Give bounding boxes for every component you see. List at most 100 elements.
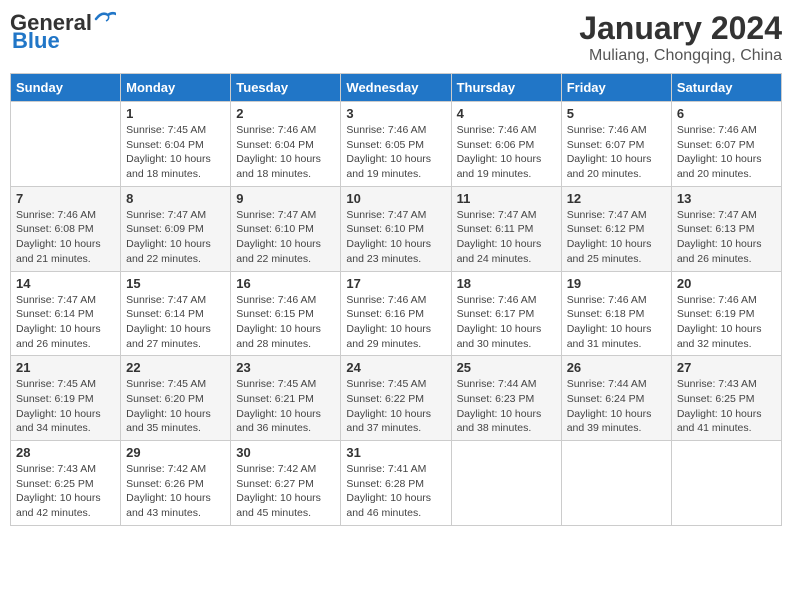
calendar-day-cell: 27 Sunrise: 7:43 AM Sunset: 6:25 PM Dayli… bbox=[671, 356, 781, 441]
day-number: 6 bbox=[677, 106, 776, 121]
day-number: 17 bbox=[346, 276, 445, 291]
logo-bird-icon bbox=[94, 11, 116, 27]
calendar-day-cell: 30 Sunrise: 7:42 AM Sunset: 6:27 PM Dayli… bbox=[231, 441, 341, 526]
day-info: Sunrise: 7:46 AM Sunset: 6:05 PM Dayligh… bbox=[346, 123, 445, 182]
day-info: Sunrise: 7:46 AM Sunset: 6:07 PM Dayligh… bbox=[677, 123, 776, 182]
day-number: 30 bbox=[236, 445, 335, 460]
calendar-day-cell: 14 Sunrise: 7:47 AM Sunset: 6:14 PM Dayli… bbox=[11, 271, 121, 356]
day-info: Sunrise: 7:41 AM Sunset: 6:28 PM Dayligh… bbox=[346, 462, 445, 521]
day-number: 8 bbox=[126, 191, 225, 206]
day-number: 1 bbox=[126, 106, 225, 121]
calendar-day-cell: 24Sunrise: 7:45 AM Sunset: 6:22 PM Dayli… bbox=[341, 356, 451, 441]
calendar-week-row: 7 Sunrise: 7:46 AM Sunset: 6:08 PM Daylig… bbox=[11, 186, 782, 271]
calendar-week-row: 14 Sunrise: 7:47 AM Sunset: 6:14 PM Dayli… bbox=[11, 271, 782, 356]
day-info: Sunrise: 7:42 AM Sunset: 6:26 PM Dayligh… bbox=[126, 462, 225, 521]
day-number: 5 bbox=[567, 106, 666, 121]
day-info: Sunrise: 7:45 AM Sunset: 6:21 PM Dayligh… bbox=[236, 377, 335, 436]
day-info: Sunrise: 7:45 AM Sunset: 6:19 PM Dayligh… bbox=[16, 377, 115, 436]
calendar-day-cell: 20 Sunrise: 7:46 AM Sunset: 6:19 PM Dayli… bbox=[671, 271, 781, 356]
day-info: Sunrise: 7:43 AM Sunset: 6:25 PM Dayligh… bbox=[16, 462, 115, 521]
day-info: Sunrise: 7:47 AM Sunset: 6:10 PM Dayligh… bbox=[236, 208, 335, 267]
weekday-header: Wednesday bbox=[341, 74, 451, 102]
calendar-day-cell: 5 Sunrise: 7:46 AM Sunset: 6:07 PM Daylig… bbox=[561, 102, 671, 187]
calendar-day-cell: 3 Sunrise: 7:46 AM Sunset: 6:05 PM Daylig… bbox=[341, 102, 451, 187]
day-number: 15 bbox=[126, 276, 225, 291]
day-number: 19 bbox=[567, 276, 666, 291]
calendar-day-cell bbox=[11, 102, 121, 187]
weekday-header: Friday bbox=[561, 74, 671, 102]
calendar-day-cell bbox=[671, 441, 781, 526]
calendar-day-cell: 23 Sunrise: 7:45 AM Sunset: 6:21 PM Dayli… bbox=[231, 356, 341, 441]
day-info: Sunrise: 7:46 AM Sunset: 6:06 PM Dayligh… bbox=[457, 123, 556, 182]
page-title: January 2024 bbox=[579, 10, 782, 47]
weekday-header: Sunday bbox=[11, 74, 121, 102]
day-info: Sunrise: 7:45 AM Sunset: 6:22 PM Dayligh… bbox=[346, 377, 445, 436]
day-number: 25 bbox=[457, 360, 556, 375]
calendar-day-cell: 21 Sunrise: 7:45 AM Sunset: 6:19 PM Dayli… bbox=[11, 356, 121, 441]
day-info: Sunrise: 7:46 AM Sunset: 6:15 PM Dayligh… bbox=[236, 293, 335, 352]
day-info: Sunrise: 7:47 AM Sunset: 6:09 PM Dayligh… bbox=[126, 208, 225, 267]
day-number: 21 bbox=[16, 360, 115, 375]
calendar-day-cell: 4 Sunrise: 7:46 AM Sunset: 6:06 PM Daylig… bbox=[451, 102, 561, 187]
calendar-day-cell: 31 Sunrise: 7:41 AM Sunset: 6:28 PM Dayli… bbox=[341, 441, 451, 526]
calendar-week-row: 1 Sunrise: 7:45 AM Sunset: 6:04 PM Daylig… bbox=[11, 102, 782, 187]
day-info: Sunrise: 7:46 AM Sunset: 6:19 PM Dayligh… bbox=[677, 293, 776, 352]
calendar-day-cell: 28 Sunrise: 7:43 AM Sunset: 6:25 PM Dayli… bbox=[11, 441, 121, 526]
day-info: Sunrise: 7:46 AM Sunset: 6:07 PM Dayligh… bbox=[567, 123, 666, 182]
calendar-week-row: 28 Sunrise: 7:43 AM Sunset: 6:25 PM Dayli… bbox=[11, 441, 782, 526]
day-info: Sunrise: 7:46 AM Sunset: 6:16 PM Dayligh… bbox=[346, 293, 445, 352]
day-number: 27 bbox=[677, 360, 776, 375]
calendar-header-row: SundayMondayTuesdayWednesdayThursdayFrid… bbox=[11, 74, 782, 102]
calendar-table: SundayMondayTuesdayWednesdayThursdayFrid… bbox=[10, 73, 782, 526]
calendar-day-cell: 19 Sunrise: 7:46 AM Sunset: 6:18 PM Dayli… bbox=[561, 271, 671, 356]
calendar-day-cell: 1 Sunrise: 7:45 AM Sunset: 6:04 PM Daylig… bbox=[121, 102, 231, 187]
day-info: Sunrise: 7:47 AM Sunset: 6:12 PM Dayligh… bbox=[567, 208, 666, 267]
day-info: Sunrise: 7:46 AM Sunset: 6:18 PM Dayligh… bbox=[567, 293, 666, 352]
page-header: General Blue January 2024 Muliang, Chong… bbox=[10, 10, 782, 65]
calendar-day-cell: 25Sunrise: 7:44 AM Sunset: 6:23 PM Dayli… bbox=[451, 356, 561, 441]
day-number: 12 bbox=[567, 191, 666, 206]
day-info: Sunrise: 7:45 AM Sunset: 6:20 PM Dayligh… bbox=[126, 377, 225, 436]
day-number: 14 bbox=[16, 276, 115, 291]
weekday-header: Saturday bbox=[671, 74, 781, 102]
day-number: 22 bbox=[126, 360, 225, 375]
day-number: 3 bbox=[346, 106, 445, 121]
day-info: Sunrise: 7:46 AM Sunset: 6:08 PM Dayligh… bbox=[16, 208, 115, 267]
day-number: 10 bbox=[346, 191, 445, 206]
calendar-day-cell bbox=[561, 441, 671, 526]
calendar-day-cell: 2Sunrise: 7:46 AM Sunset: 6:04 PM Daylig… bbox=[231, 102, 341, 187]
calendar-day-cell: 13Sunrise: 7:47 AM Sunset: 6:13 PM Dayli… bbox=[671, 186, 781, 271]
weekday-header: Thursday bbox=[451, 74, 561, 102]
day-number: 13 bbox=[677, 191, 776, 206]
calendar-day-cell bbox=[451, 441, 561, 526]
day-number: 28 bbox=[16, 445, 115, 460]
day-number: 23 bbox=[236, 360, 335, 375]
day-number: 2 bbox=[236, 106, 335, 121]
day-info: Sunrise: 7:42 AM Sunset: 6:27 PM Dayligh… bbox=[236, 462, 335, 521]
weekday-header: Tuesday bbox=[231, 74, 341, 102]
calendar-day-cell: 26 Sunrise: 7:44 AM Sunset: 6:24 PM Dayli… bbox=[561, 356, 671, 441]
calendar-day-cell: 9 Sunrise: 7:47 AM Sunset: 6:10 PM Daylig… bbox=[231, 186, 341, 271]
day-number: 18 bbox=[457, 276, 556, 291]
day-number: 4 bbox=[457, 106, 556, 121]
day-number: 20 bbox=[677, 276, 776, 291]
day-number: 9 bbox=[236, 191, 335, 206]
day-info: Sunrise: 7:43 AM Sunset: 6:25 PM Dayligh… bbox=[677, 377, 776, 436]
day-info: Sunrise: 7:44 AM Sunset: 6:24 PM Dayligh… bbox=[567, 377, 666, 436]
day-info: Sunrise: 7:47 AM Sunset: 6:14 PM Dayligh… bbox=[16, 293, 115, 352]
day-number: 16 bbox=[236, 276, 335, 291]
logo: General Blue bbox=[10, 10, 116, 54]
day-info: Sunrise: 7:47 AM Sunset: 6:14 PM Dayligh… bbox=[126, 293, 225, 352]
day-number: 31 bbox=[346, 445, 445, 460]
day-number: 26 bbox=[567, 360, 666, 375]
calendar-day-cell: 7 Sunrise: 7:46 AM Sunset: 6:08 PM Daylig… bbox=[11, 186, 121, 271]
calendar-day-cell: 8 Sunrise: 7:47 AM Sunset: 6:09 PM Daylig… bbox=[121, 186, 231, 271]
day-info: Sunrise: 7:47 AM Sunset: 6:10 PM Dayligh… bbox=[346, 208, 445, 267]
day-info: Sunrise: 7:45 AM Sunset: 6:04 PM Dayligh… bbox=[126, 123, 225, 182]
calendar-day-cell: 17 Sunrise: 7:46 AM Sunset: 6:16 PM Dayli… bbox=[341, 271, 451, 356]
day-info: Sunrise: 7:47 AM Sunset: 6:11 PM Dayligh… bbox=[457, 208, 556, 267]
calendar-day-cell: 16 Sunrise: 7:46 AM Sunset: 6:15 PM Dayli… bbox=[231, 271, 341, 356]
calendar-day-cell: 29Sunrise: 7:42 AM Sunset: 6:26 PM Dayli… bbox=[121, 441, 231, 526]
day-number: 7 bbox=[16, 191, 115, 206]
calendar-day-cell: 22 Sunrise: 7:45 AM Sunset: 6:20 PM Dayli… bbox=[121, 356, 231, 441]
